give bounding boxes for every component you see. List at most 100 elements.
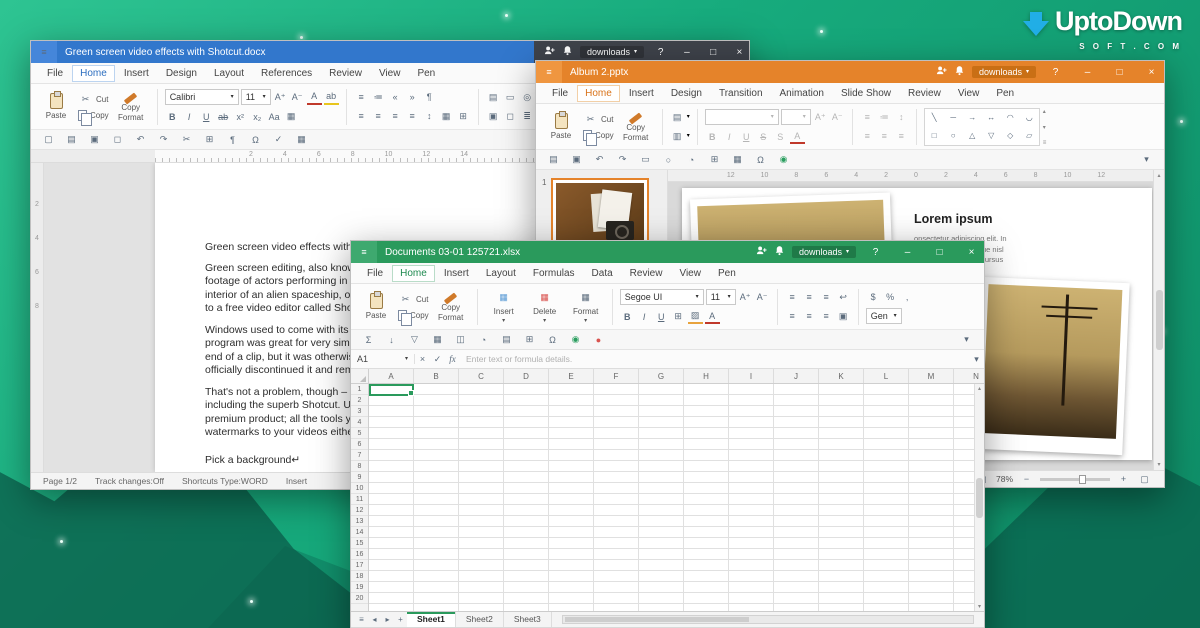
- print-icon[interactable]: [87, 132, 102, 147]
- undo-icon[interactable]: [133, 132, 148, 147]
- copy-format-button[interactable]: Copy Format: [112, 86, 150, 128]
- select-icon[interactable]: [486, 109, 501, 124]
- zoom-slider-knob[interactable]: [1079, 475, 1086, 484]
- text-box-icon[interactable]: [503, 90, 518, 105]
- align-center-icon[interactable]: [877, 129, 892, 144]
- table-icon[interactable]: [707, 152, 722, 167]
- insert-cells-button[interactable]: Insert ▾: [485, 286, 523, 328]
- row-header[interactable]: 7: [351, 450, 368, 461]
- scroll-down-icon[interactable]: ▾: [1043, 124, 1047, 131]
- scrollbar-thumb[interactable]: [976, 478, 983, 518]
- row-header[interactable]: 8: [351, 461, 368, 472]
- sheet-tab-sheet3[interactable]: Sheet3: [504, 612, 552, 627]
- column-header[interactable]: I: [729, 369, 774, 383]
- align-right-icon[interactable]: [894, 129, 909, 144]
- add-user-icon[interactable]: [756, 243, 767, 261]
- ppt-tab-insert[interactable]: Insert: [621, 85, 662, 102]
- change-case-icon[interactable]: [267, 109, 282, 124]
- media-icon[interactable]: [776, 152, 791, 167]
- expand-formula-bar-icon[interactable]: [969, 352, 984, 367]
- italic-icon[interactable]: [182, 109, 197, 124]
- sheet-tab-view[interactable]: View: [671, 265, 709, 282]
- writer-tab-file[interactable]: File: [39, 65, 71, 82]
- redo-icon[interactable]: [156, 132, 171, 147]
- conditional-format-icon[interactable]: [499, 332, 514, 347]
- font-name-select[interactable]: Calibri▾: [165, 89, 239, 105]
- sort-icon[interactable]: [384, 332, 399, 347]
- insert-function-button[interactable]: fx: [445, 352, 460, 367]
- increase-font-size-icon[interactable]: [738, 290, 753, 305]
- cut-button[interactable]: Cut: [78, 92, 109, 107]
- new-slide-icon[interactable]: [670, 110, 685, 125]
- chart-column-icon[interactable]: [453, 332, 468, 347]
- track-changes-indicator[interactable]: Track changes:Off: [95, 476, 164, 486]
- bold-icon[interactable]: [620, 309, 635, 324]
- font-size-select[interactable]: 11▾: [241, 89, 271, 105]
- symbol-icon[interactable]: [248, 132, 263, 147]
- number-format-select[interactable]: Gen▾: [866, 308, 902, 324]
- zoom-in-icon[interactable]: [1116, 472, 1131, 487]
- fit-slide-icon[interactable]: [1137, 472, 1152, 487]
- increase-font-size-icon[interactable]: [813, 110, 828, 125]
- scrollbar-thumb[interactable]: [1156, 290, 1163, 350]
- shape-icon[interactable]: [661, 152, 676, 167]
- percent-format-icon[interactable]: [883, 289, 898, 304]
- align-right-icon[interactable]: [819, 309, 834, 324]
- underline-icon[interactable]: [199, 109, 214, 124]
- clear-format-icon[interactable]: [503, 109, 518, 124]
- bullet-list-icon[interactable]: [860, 110, 875, 125]
- shape-hline-icon[interactable]: [947, 112, 959, 124]
- print-preview-icon[interactable]: [110, 132, 125, 147]
- shading-small-icon[interactable]: [294, 132, 309, 147]
- writer-tab-insert[interactable]: Insert: [116, 65, 157, 82]
- help-button[interactable]: ?: [1043, 61, 1068, 83]
- cells-area[interactable]: [369, 384, 974, 611]
- row-header[interactable]: 16: [351, 549, 368, 560]
- writer-tab-pen[interactable]: Pen: [409, 65, 443, 82]
- downloads-dropdown[interactable]: downloads▾: [972, 66, 1036, 78]
- undo-icon[interactable]: [592, 152, 607, 167]
- sheet-tab-sheet1[interactable]: Sheet1: [407, 612, 456, 627]
- copy-button[interactable]: Copy: [398, 310, 429, 321]
- picture-icon[interactable]: [730, 152, 745, 167]
- selected-cell-a1[interactable]: [369, 384, 414, 396]
- borders-icon[interactable]: [671, 309, 686, 324]
- sheet-tab-review[interactable]: Review: [622, 265, 671, 282]
- cancel-entry-icon[interactable]: [415, 352, 430, 367]
- scroll-down-icon[interactable]: ▾: [978, 603, 981, 610]
- increase-font-size-icon[interactable]: [273, 90, 288, 105]
- scroll-up-icon[interactable]: ▴: [1043, 108, 1047, 115]
- filter-icon[interactable]: [407, 332, 422, 347]
- sheet-tab-sheet2[interactable]: Sheet2: [456, 612, 504, 627]
- next-sheet-icon[interactable]: [381, 613, 394, 626]
- collapse-ribbon-icon[interactable]: [959, 332, 974, 347]
- font-size-select[interactable]: 11▾: [706, 289, 736, 305]
- currency-format-icon[interactable]: [866, 289, 881, 304]
- highlight-duplicates-icon[interactable]: [591, 332, 606, 347]
- page-indicator[interactable]: Page 1/2: [43, 476, 77, 486]
- shape-triangle-icon[interactable]: [966, 130, 978, 142]
- writer-tab-review[interactable]: Review: [321, 65, 370, 82]
- row-header[interactable]: 15: [351, 538, 368, 549]
- decrease-font-size-icon[interactable]: [755, 290, 770, 305]
- column-header[interactable]: D: [504, 369, 549, 383]
- minimize-button[interactable]: –: [1075, 61, 1100, 83]
- column-header[interactable]: N: [954, 369, 984, 383]
- bold-icon[interactable]: [165, 109, 180, 124]
- underline-icon[interactable]: [739, 129, 754, 144]
- font-color-icon[interactable]: [307, 90, 322, 105]
- align-bottom-icon[interactable]: [819, 290, 834, 305]
- shape-double-arrow-icon[interactable]: [985, 112, 997, 124]
- align-middle-icon[interactable]: [802, 290, 817, 305]
- strikethrough-icon[interactable]: [756, 129, 771, 144]
- align-left-icon[interactable]: [785, 309, 800, 324]
- chart-icon[interactable]: [684, 152, 699, 167]
- cut-button[interactable]: Cut: [583, 112, 614, 127]
- format-painter-small-icon[interactable]: [179, 132, 194, 147]
- shading-icon[interactable]: [439, 109, 454, 124]
- bold-icon[interactable]: [705, 129, 720, 144]
- row-header[interactable]: 1: [351, 384, 368, 395]
- slide-layout-icon[interactable]: [670, 129, 685, 144]
- paragraph-mark-icon[interactable]: [422, 90, 437, 105]
- close-button[interactable]: ×: [1139, 61, 1164, 83]
